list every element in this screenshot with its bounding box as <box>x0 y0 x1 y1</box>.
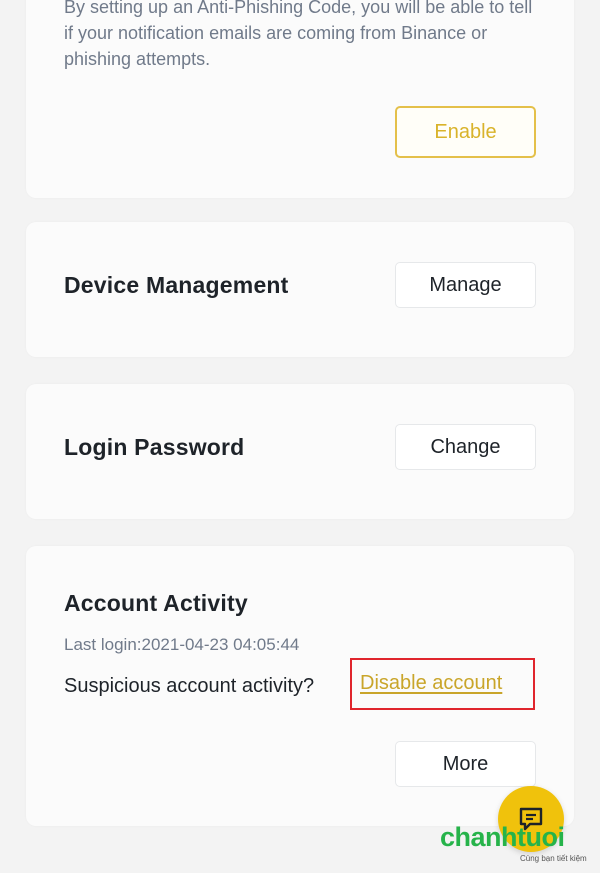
suspicious-activity-text: Suspicious account activity? <box>64 675 315 697</box>
anti-phishing-card: By setting up an Anti-Phishing Code, you… <box>26 0 574 198</box>
login-password-title: Login Password <box>64 434 245 460</box>
account-activity-card: Account Activity Last login:2021-04-23 0… <box>26 546 574 826</box>
account-activity-title: Account Activity <box>64 590 248 616</box>
anti-phishing-description: By setting up an Anti-Phishing Code, you… <box>64 0 533 69</box>
more-activity-button[interactable]: More <box>395 741 536 787</box>
device-management-card: Device Management Manage <box>26 222 574 357</box>
watermark-brand: chanhtuoi <box>440 822 565 852</box>
disable-account-link[interactable]: Disable account <box>360 672 502 695</box>
watermark-logo: chanhtuoi Cùng bạn tiết kiệm <box>440 822 595 867</box>
watermark-tagline: Cùng bạn tiết kiệm <box>520 854 587 863</box>
manage-devices-button[interactable]: Manage <box>395 262 536 308</box>
device-management-title: Device Management <box>64 272 289 298</box>
last-login-text: Last login:2021-04-23 04:05:44 <box>64 635 300 654</box>
change-password-button[interactable]: Change <box>395 424 536 470</box>
login-password-card: Login Password Change <box>26 384 574 519</box>
enable-anti-phishing-button[interactable]: Enable <box>395 106 536 158</box>
